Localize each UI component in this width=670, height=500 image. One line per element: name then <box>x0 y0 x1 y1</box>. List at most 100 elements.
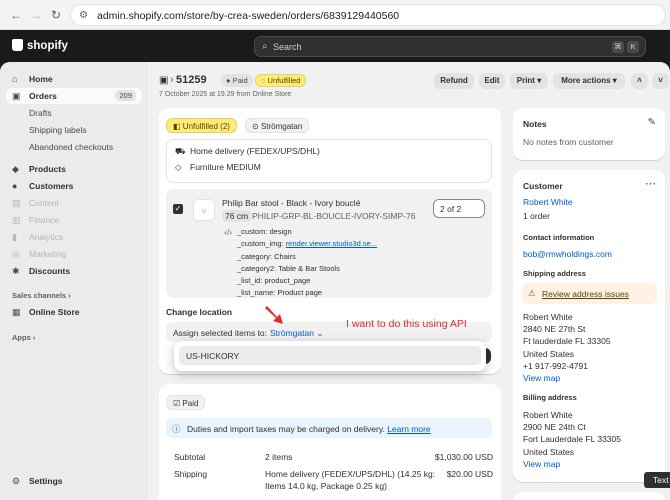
review-address-link[interactable]: Review address issues <box>542 289 629 299</box>
property-key: _category2: <box>237 263 279 273</box>
back-icon[interactable]: ← <box>8 7 24 23</box>
property-key: _list_name: <box>237 288 278 298</box>
location-pin-icon: ⊙ <box>252 122 259 131</box>
code-icon: ‹/› <box>224 227 233 237</box>
property-link[interactable]: render.viewer.studio3d.se... <box>286 239 377 248</box>
shipping-address-lines: Robert White 2840 NE 27th St Ft lauderdale… <box>523 312 611 373</box>
url-text: admin.shopify.com/store/by-crea-sweden/o… <box>97 10 400 22</box>
red-arrow-annotation <box>265 306 283 324</box>
search-icon: ⌕ <box>262 41 268 52</box>
print-label: Print <box>516 76 535 85</box>
search-bar[interactable]: ⌕ Search ⌘ K <box>254 36 646 57</box>
admin-topbar: shopify ⌕ Search ⌘ K <box>0 30 670 62</box>
sidebar-label: Marketing <box>29 249 67 259</box>
sidebar-label: Settings <box>29 476 63 486</box>
location-select[interactable]: Strömgatan ⌄ <box>270 328 323 339</box>
sidebar-item-products[interactable]: ◆ Products <box>6 161 142 177</box>
sidebar-item-shipping-labels[interactable]: Shipping labels <box>6 122 142 138</box>
sidebar-label: Customers <box>29 181 74 191</box>
customer-name-link[interactable]: Robert White <box>523 197 573 207</box>
property-value: Chairs <box>274 251 296 261</box>
content-icon: ▤ <box>12 198 21 208</box>
address-bar[interactable]: ⚙ admin.shopify.com/store/by-crea-sweden… <box>70 4 666 26</box>
property-key: _list_id: <box>237 276 265 286</box>
edit-button[interactable]: Edit <box>479 73 505 89</box>
check-square-icon: ☑ <box>173 399 181 408</box>
dropdown-option[interactable]: US-HICKORY <box>179 346 481 365</box>
next-card <box>513 492 665 500</box>
browser-toolbar: ← → ↻ ⚙ admin.shopify.com/store/by-crea-… <box>0 0 670 30</box>
print-button[interactable]: Print ▾ <box>510 73 548 89</box>
notes-card: Notes ✎ No notes from customer <box>513 108 665 160</box>
product-title[interactable]: Philip Bar stool - Black - Ivory bouclé <box>222 198 360 208</box>
search-placeholder: Search <box>273 42 302 52</box>
shipping-tag: Furniture MEDIUM <box>190 162 261 172</box>
billing-address-lines: Robert White 2900 NE 24th Ct Fort Lauderda… <box>523 410 621 459</box>
sidebar-item-discounts[interactable]: ✱ Discounts <box>6 263 142 279</box>
sidebar-item-marketing[interactable]: ◎ Marketing <box>6 246 142 262</box>
address-warning: ⚠ Review address issues <box>522 283 657 304</box>
location-select-value: Strömgatan <box>270 328 314 338</box>
section-label: Sales channels <box>12 291 67 300</box>
view-map-link[interactable]: View map <box>523 373 560 383</box>
sidebar-item-settings[interactable]: ⚙ Settings <box>6 473 142 489</box>
shipping-description: Home delivery (FEDEX/UPS/DHL) (14.25 kg: <box>265 469 436 479</box>
address-line: 2900 NE 24th Ct <box>523 422 586 433</box>
chart-icon: ▮ <box>12 232 17 242</box>
sidebar-item-analytics[interactable]: ▮ Analytics <box>6 229 142 245</box>
sidebar-item-abandoned-checkouts[interactable]: Abandoned checkouts <box>6 139 142 155</box>
shopify-bag-icon <box>12 39 23 51</box>
payment-card: ☑ Paid ⓘ Duties and import taxes may be … <box>159 384 501 500</box>
shipping-amount: $20.00 USD <box>446 469 493 479</box>
edit-pencil-icon[interactable]: ✎ <box>648 117 656 128</box>
paid-status-text: Paid <box>182 399 199 408</box>
change-location-heading: Change location <box>166 307 233 317</box>
learn-more-link[interactable]: Learn more <box>387 424 430 434</box>
more-horizontal-icon[interactable]: ⋯ <box>645 177 656 190</box>
more-actions-button[interactable]: More actions ▾ <box>553 73 625 89</box>
inbox-icon: ▣ <box>12 91 21 101</box>
sidebar-item-online-store[interactable]: ▦ Online Store <box>6 304 142 320</box>
paid-badge: ● Paid <box>221 74 253 87</box>
sales-channels-heading[interactable]: Sales channels › <box>12 291 71 300</box>
sidebar-item-drafts[interactable]: Drafts <box>6 105 142 121</box>
subtotal-amount: $1,030.00 USD <box>434 452 493 462</box>
sidebar-item-orders[interactable]: ▣ Orders 209 <box>6 88 142 104</box>
home-icon: ⌂ <box>12 74 18 84</box>
status-text: Unfulfilled (2) <box>182 122 230 131</box>
annotation-text: I want to do this using API <box>346 318 467 330</box>
previous-order-button[interactable]: ˄ <box>631 73 648 89</box>
site-settings-icon[interactable]: ⚙ <box>79 10 91 22</box>
assign-label: Assign selected items to: <box>173 328 268 338</box>
sidebar-item-customers[interactable]: ● Customers <box>6 178 142 194</box>
property-value: Table & Bar Stools <box>278 263 340 273</box>
location-badge: ⊙ Strömgatan <box>245 118 310 133</box>
chevron-down-icon: ⌄ <box>316 328 324 338</box>
address-line: Robert White <box>523 312 573 322</box>
quantity-field[interactable]: 2 of 2 <box>433 199 485 218</box>
next-order-button[interactable]: ˅ <box>652 73 669 89</box>
forward-icon[interactable]: → <box>28 7 44 23</box>
location-dropdown: US-HICKORY <box>174 341 486 371</box>
property-row: _category: Chairs <box>237 252 377 264</box>
customer-email-link[interactable]: bob@rmwholdings.com <box>523 249 612 259</box>
text-tooltip: Text <box>644 472 670 488</box>
orders-icon[interactable]: ▣ <box>159 75 168 86</box>
sidebar-label: Discounts <box>29 266 71 276</box>
apps-heading[interactable]: Apps › <box>12 333 35 342</box>
address-line: Robert White <box>523 410 573 420</box>
reload-icon[interactable]: ↻ <box>48 7 64 23</box>
notice-body: Duties and import taxes may be charged o… <box>187 424 385 434</box>
sidebar-label: Abandoned checkouts <box>29 142 114 152</box>
property-value: Product page <box>277 288 323 298</box>
sidebar-item-finance[interactable]: ▥ Finance <box>6 212 142 228</box>
shopify-logo[interactable]: shopify <box>12 39 68 52</box>
sidebar-label: Finance <box>29 215 60 225</box>
location-text: Strömgatan <box>260 122 303 131</box>
sidebar-label: Products <box>29 164 66 174</box>
sidebar-item-content[interactable]: ▤ Content <box>6 195 142 211</box>
line-item-checkbox[interactable]: ✓ <box>173 204 183 214</box>
billing-view-map-link[interactable]: View map <box>523 459 560 469</box>
refund-button[interactable]: Refund <box>434 73 474 89</box>
sidebar-item-home[interactable]: ⌂ Home <box>6 71 142 87</box>
